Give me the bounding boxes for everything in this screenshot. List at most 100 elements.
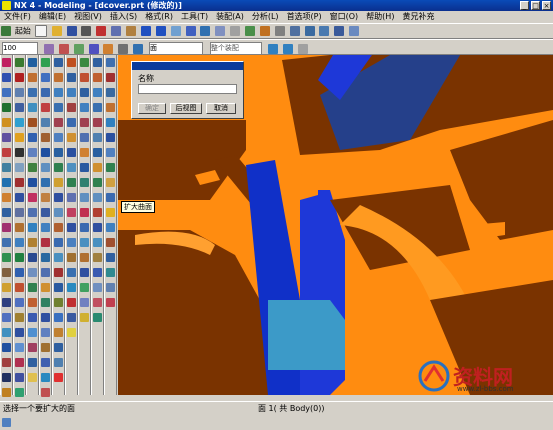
groove-icon[interactable] [2, 163, 11, 172]
rotate-icon[interactable] [319, 26, 330, 36]
surf-4-icon[interactable] [106, 103, 115, 112]
shell-icon[interactable] [2, 268, 11, 277]
report-icon[interactable] [67, 313, 76, 322]
save-icon[interactable] [66, 26, 77, 36]
unite-icon[interactable] [2, 328, 11, 337]
join-curve-icon[interactable] [15, 238, 24, 247]
mold-tool-icon[interactable] [93, 88, 102, 97]
face-blend-icon[interactable] [28, 148, 37, 157]
sketch-icon[interactable] [259, 26, 270, 36]
global-shaping-icon[interactable] [54, 298, 63, 307]
drawing-icon[interactable] [93, 298, 102, 307]
trimmed-sheet-icon[interactable] [28, 238, 37, 247]
trim-body-icon[interactable] [2, 298, 11, 307]
x-form-icon[interactable] [54, 88, 63, 97]
refresh-icon[interactable] [349, 26, 360, 36]
view-top-icon[interactable] [185, 26, 196, 36]
start-button[interactable]: 起始 [15, 27, 31, 36]
extract-curve-icon[interactable] [15, 253, 24, 262]
array-component-icon[interactable] [80, 133, 89, 142]
link-icon[interactable] [80, 178, 89, 187]
show-component-icon[interactable] [80, 223, 89, 232]
slider-icon[interactable] [93, 208, 102, 217]
menu-preferences[interactable]: 首选项(P) [283, 11, 326, 23]
surf-3-icon[interactable] [106, 88, 115, 97]
menu-assemblies[interactable]: 装配(A) [212, 11, 248, 23]
runner-icon[interactable] [93, 148, 102, 157]
cancel-button[interactable]: 取消 [206, 103, 236, 114]
block-icon[interactable] [2, 178, 11, 187]
subtract-icon[interactable] [2, 343, 11, 352]
menu-file[interactable]: 文件(F) [0, 11, 35, 23]
mirror-icon[interactable] [2, 418, 11, 427]
dialog-title-bar[interactable] [132, 62, 243, 70]
isolate-icon[interactable] [80, 238, 89, 247]
core-icon[interactable] [93, 118, 102, 127]
thicken-icon[interactable] [2, 373, 11, 382]
plane-tool-icon[interactable] [93, 58, 102, 67]
smoothing-icon[interactable] [54, 223, 63, 232]
strength-icon[interactable] [67, 253, 76, 262]
surf-1-icon[interactable] [106, 58, 115, 67]
suppress-icon[interactable] [41, 133, 50, 142]
angle-icon[interactable] [67, 73, 76, 82]
layer-icon[interactable] [245, 26, 255, 36]
mesh-icon[interactable] [28, 103, 37, 112]
redo-icon[interactable] [155, 26, 166, 36]
remove-params-icon[interactable] [41, 163, 50, 172]
pad-icon[interactable] [2, 133, 11, 142]
project-tool-icon[interactable] [93, 73, 102, 82]
deselect-icon[interactable] [58, 43, 69, 54]
silhouette-flange-icon[interactable] [28, 298, 37, 307]
n-sided-icon[interactable] [28, 118, 37, 127]
surf-16-icon[interactable] [106, 283, 115, 292]
surf-9-icon[interactable] [106, 178, 115, 187]
model-face-cyan[interactable] [268, 300, 345, 370]
paste-icon[interactable] [126, 26, 136, 36]
divide-curve-icon[interactable] [15, 358, 24, 367]
filter-select[interactable]: 面 [149, 42, 203, 55]
thickness-icon[interactable] [67, 208, 76, 217]
cut-icon[interactable] [96, 26, 107, 36]
reverse-normal-icon[interactable] [54, 238, 63, 247]
pocket-tool-icon[interactable] [93, 268, 102, 277]
move-feature-icon[interactable] [41, 88, 50, 97]
minimum-radius-icon[interactable] [67, 193, 76, 202]
chamfer-icon[interactable] [2, 253, 11, 262]
constrain-face-icon[interactable] [41, 298, 50, 307]
shape-by-template-icon[interactable] [54, 268, 63, 277]
intersection-curve-icon[interactable] [15, 268, 24, 277]
menu-insert[interactable]: 插入(S) [106, 11, 141, 23]
face-analysis-icon[interactable] [54, 313, 63, 322]
sphere-icon[interactable] [2, 223, 11, 232]
snap-select[interactable]: 整个装配 [209, 42, 262, 55]
smooth-spline-icon[interactable] [15, 388, 24, 397]
match-edge-icon[interactable] [54, 283, 63, 292]
patch-icon[interactable] [28, 208, 37, 217]
surface-edit-icon[interactable] [54, 73, 63, 82]
midsurface-icon[interactable] [28, 328, 37, 337]
datum-csys-icon[interactable] [15, 88, 24, 97]
sketch-plane-icon[interactable] [15, 103, 24, 112]
surf-10-icon[interactable] [106, 193, 115, 202]
section-view-icon[interactable] [67, 163, 76, 172]
extension-icon[interactable] [28, 163, 37, 172]
body-icon[interactable] [103, 43, 114, 54]
clearance-icon[interactable] [67, 238, 76, 247]
section-curve-icon[interactable] [15, 283, 24, 292]
bridge-curve-icon[interactable] [15, 223, 24, 232]
draft-icon[interactable] [2, 283, 11, 292]
pocket-icon[interactable] [2, 118, 11, 127]
curvature-icon[interactable] [54, 328, 63, 337]
offset-face-icon[interactable] [2, 388, 11, 397]
menu-window[interactable]: 窗口(O) [326, 11, 363, 23]
datum-plane-icon[interactable] [15, 58, 24, 67]
menu-help[interactable]: 帮助(H) [362, 11, 398, 23]
optimize-face-icon[interactable] [41, 373, 50, 382]
copy-icon[interactable] [111, 26, 122, 36]
wrap-icon[interactable] [15, 328, 24, 337]
interference-icon[interactable] [67, 223, 76, 232]
hole-icon[interactable] [2, 88, 11, 97]
local-scale-icon[interactable] [41, 358, 50, 367]
open-file-icon[interactable] [51, 26, 62, 36]
